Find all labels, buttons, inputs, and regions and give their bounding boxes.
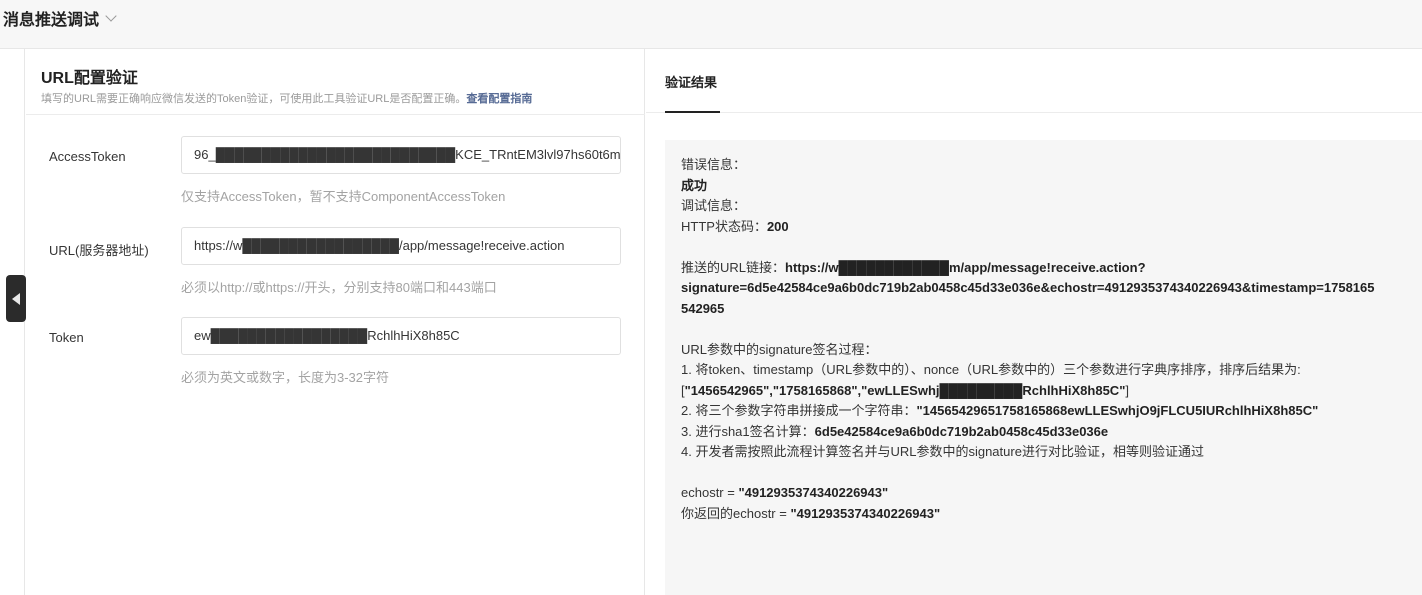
returned-echostr-value: "4912935374340226943" [790,505,941,521]
push-url-line-2: signature=6d5e42584ce9a6b0dc719b2ab0458c… [681,278,1406,299]
url-config-panel: URL配置验证 填写的URL需要正确响应微信发送的Token验证，可使用此工具验… [26,49,645,595]
step-3-text: 3. 进行sha1签名计算： [681,423,815,439]
token-input[interactable]: ew█████████████████RchlhHiX8h85C [181,317,621,355]
step-2-value: "14565429651758165868ewLLESwhjO9jFLCU5IU… [916,403,1319,418]
push-url-line: 推送的URL链接：https://w████████████m/app/mess… [681,258,1406,279]
step-1-values: "1456542965","1758165868","ewLLESwhj████… [684,382,1126,398]
accesstoken-label: AccessToken [49,149,126,164]
result-output: 错误信息： 成功 调试信息： HTTP状态码：200 推送的URL链接：http… [665,140,1422,595]
collapse-panel-button[interactable] [6,275,26,322]
debug-label: 调试信息： [681,198,747,213]
token-label: Token [49,330,84,345]
step-1-text: 1. 将token、timestamp（URL参数中的）、nonce（URL参数… [681,362,1301,377]
top-bar: 消息推送调试 [0,0,1422,49]
echostr-value: "4912935374340226943" [738,485,889,500]
config-title: URL配置验证 [41,70,138,87]
token-hint: 必须为英文或数字，长度为3-32字符 [181,370,390,385]
chevron-down-icon [105,9,117,22]
http-status-line: HTTP状态码：200 [681,217,1406,238]
left-strip [0,49,25,595]
push-url-line-3: 542965 [681,299,1406,320]
config-description: 填写的URL需要正确响应微信发送的Token验证，可使用此工具验证URL是否配置… [41,90,532,106]
step-1-suffix: ] [1125,382,1129,398]
config-guide-link[interactable]: 查看配置指南 [466,93,532,105]
echostr-line: echostr = "4912935374340226943" [681,483,1406,504]
tab-verification-result[interactable]: 验证结果 [665,72,717,91]
echostr-label: echostr = [681,485,739,500]
returned-echostr-line: 你返回的echostr = "4912935374340226943" [681,504,1406,525]
accesstoken-hint: 仅支持AccessToken，暂不支持ComponentAccessToken [181,189,506,204]
step-3-value: 6d5e42584ce9a6b0dc719b2ab0458c45d33e036e [814,423,1109,439]
result-panel: 验证结果 错误信息： 成功 调试信息： HTTP状态码：200 推送的URL链接… [646,49,1422,595]
http-status-value: 200 [766,218,789,234]
url-hint: 必须以http://或https://开头，分别支持80端口和443端口 [181,280,497,295]
error-label: 错误信息： [681,157,747,172]
step-3-line: 3. 进行sha1签名计算：6d5e42584ce9a6b0dc719b2ab0… [681,422,1406,443]
step-4-text: 4. 开发者需按照此流程计算签名并与URL参数中的signature进行对比验证… [681,444,1204,459]
signature-title: URL参数中的signature签名过程： [681,341,878,357]
page-title-dropdown[interactable]: 消息推送调试 [3,6,117,30]
push-url-part3: 542965 [681,300,725,316]
result-tabs: 验证结果 [646,49,1422,113]
page-title: 消息推送调试 [3,12,100,29]
accesstoken-input[interactable]: 96_██████████████████████████KCE_TRntEM3… [181,136,621,174]
push-url-label: 推送的URL链接： [681,259,786,275]
url-label: URL(服务器地址) [49,243,149,258]
push-url-part1: https://w████████████m/app/message!recei… [785,259,1146,275]
url-input[interactable]: https://w█████████████████/app/message!r… [181,227,621,265]
active-tab-indicator [665,111,720,113]
push-url-part2: signature=6d5e42584ce9a6b0dc719b2ab0458c… [681,280,1375,295]
step-1-values-line: ["1456542965","1758165868","ewLLESwhj███… [681,381,1406,402]
http-status-label: HTTP状态码： [681,218,767,234]
caret-left-icon [12,292,20,305]
config-header: URL配置验证 填写的URL需要正确响应微信发送的Token验证，可使用此工具验… [26,49,645,115]
error-value-line: 成功 [681,176,1406,197]
error-value: 成功 [681,177,708,193]
config-description-text: 填写的URL需要正确响应微信发送的Token验证，可使用此工具验证URL是否配置… [41,93,467,105]
returned-echostr-label: 你返回的echostr = [681,505,791,521]
step-2-line: 2. 将三个参数字符串拼接成一个字符串："1456542965175816586… [681,401,1406,422]
step-2-text: 2. 将三个参数字符串拼接成一个字符串： [681,403,917,418]
